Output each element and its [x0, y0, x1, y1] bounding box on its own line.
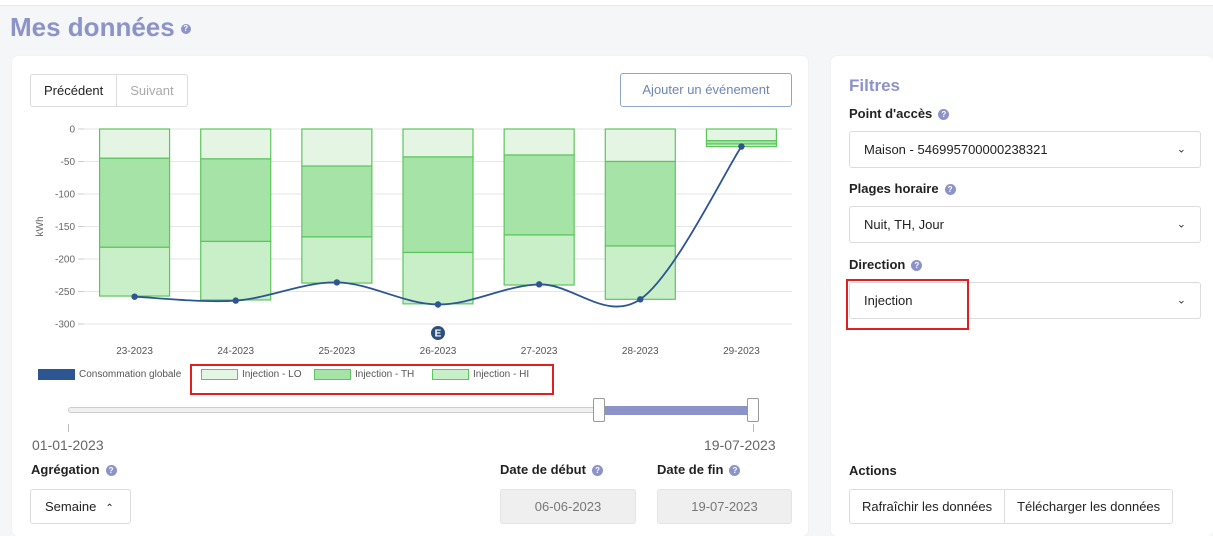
- aggregation-label: Agrégation?: [31, 462, 117, 477]
- consumption-chart: 0 -50 -100 -150 -200 -250 -300 kWh 23-2023 24-202…: [35, 125, 792, 357]
- help-icon[interactable]: ?: [180, 24, 191, 35]
- bar-injection-th: [402, 156, 474, 254]
- chevron-up-icon: ⌃: [105, 503, 114, 514]
- aggregation-value: Semaine: [45, 499, 97, 514]
- line-point: [434, 301, 442, 308]
- line-point: [333, 279, 341, 286]
- y-tick-label: -200: [55, 255, 75, 266]
- page-title: Mes données?: [10, 12, 191, 43]
- legend-item[interactable]: Consommation globale: [38, 369, 181, 385]
- download-data-button[interactable]: Télécharger les données: [1005, 490, 1172, 523]
- chevron-down-icon: ⌄: [1176, 294, 1186, 306]
- y-tick-label: -50: [61, 157, 76, 168]
- start-date-label: Date de début?: [500, 462, 603, 477]
- slider-handle-start[interactable]: [593, 398, 605, 422]
- end-date-label: Date de fin?: [657, 462, 741, 477]
- direction-label: Direction?: [849, 257, 923, 272]
- period-nav: Précédent Suivant: [30, 74, 188, 107]
- y-tick-label: 0: [69, 125, 75, 136]
- aggregation-label-text: Agrégation: [31, 462, 100, 477]
- time-ranges-value: Nuit, TH, Jour: [864, 217, 944, 232]
- x-tick-label: 27-2023: [521, 346, 558, 357]
- bar-injection-hi: [503, 234, 575, 286]
- end-date-input[interactable]: 19-07-2023: [657, 489, 792, 524]
- direction-label-text: Direction: [849, 257, 906, 272]
- help-icon[interactable]: ?: [938, 109, 950, 121]
- bar-injection-lo: [301, 128, 373, 167]
- slider-end-label: 19-07-2023: [704, 437, 776, 453]
- bar-injection-th: [301, 165, 373, 238]
- time-ranges-label-text: Plages horaire: [849, 181, 939, 196]
- highlight-box-legend: [190, 364, 554, 395]
- bar-injection-th: [503, 154, 575, 236]
- highlight-box-direction: [846, 279, 969, 330]
- bar-injection-th: [604, 160, 676, 247]
- y-tick-label: -300: [55, 320, 75, 331]
- help-icon[interactable]: ?: [911, 260, 923, 272]
- top-bar: [0, 0, 1213, 6]
- add-event-button[interactable]: Ajouter un événement: [620, 73, 792, 107]
- bar-injection-th: [98, 157, 171, 248]
- next-button[interactable]: Suivant: [117, 75, 186, 106]
- x-tick-label: 28-2023: [622, 346, 659, 357]
- chevron-down-icon: ⌄: [1176, 218, 1186, 230]
- line-point: [131, 293, 138, 300]
- slider-selection: [599, 406, 753, 415]
- bar-injection-hi: [301, 236, 373, 284]
- bar-injection-hi: [200, 240, 272, 301]
- aggregation-select[interactable]: Semaine ⌃: [30, 489, 131, 524]
- chevron-down-icon: ⌄: [1176, 143, 1186, 155]
- legend-swatch: [38, 369, 75, 380]
- actions-label: Actions: [849, 463, 897, 478]
- slider-handle-end[interactable]: [747, 398, 759, 422]
- help-icon[interactable]: ?: [944, 184, 956, 196]
- legend-label: Consommation globale: [79, 369, 182, 381]
- x-tick-label: 26-2023: [420, 346, 457, 357]
- end-date-label-text: Date de fin: [657, 462, 724, 477]
- slider-start-label: 01-01-2023: [32, 437, 104, 453]
- start-date-label-text: Date de début: [500, 462, 586, 477]
- access-point-value: Maison - 546995700000238321: [864, 142, 1048, 157]
- x-tick-label: 23-2023: [116, 346, 153, 357]
- x-tick-label: 29-2023: [723, 346, 760, 357]
- line-point: [637, 296, 644, 303]
- time-ranges-select[interactable]: Nuit, TH, Jour ⌄: [849, 206, 1201, 243]
- bar-injection-lo: [503, 128, 575, 156]
- y-tick-label: -150: [55, 222, 75, 233]
- slider-tick-end: [753, 424, 754, 432]
- access-point-label-text: Point d'accès: [849, 106, 933, 121]
- slider-tick-start: [68, 424, 69, 432]
- refresh-data-button[interactable]: Rafraîchir les données: [850, 490, 1006, 523]
- start-date-input[interactable]: 06-06-2023: [500, 489, 636, 524]
- event-marker-label: E: [435, 329, 442, 340]
- help-icon[interactable]: ?: [105, 465, 117, 477]
- line-point: [232, 297, 239, 304]
- bar-injection-hi: [98, 246, 171, 297]
- y-tick-label: -250: [55, 287, 75, 298]
- previous-button[interactable]: Précédent: [31, 75, 118, 106]
- bar-injection-hi: [402, 251, 474, 305]
- time-ranges-label: Plages horaire?: [849, 181, 956, 196]
- bar-injection-lo: [98, 128, 171, 159]
- filters-title: Filtres: [849, 76, 901, 95]
- x-tick-label: 24-2023: [217, 346, 254, 357]
- help-icon[interactable]: ?: [729, 465, 741, 477]
- x-tick-label: 25-2023: [319, 346, 356, 357]
- actions-group: Rafraîchir les données Télécharger les d…: [849, 489, 1174, 524]
- y-axis-label: kWh: [35, 217, 46, 237]
- help-icon[interactable]: ?: [591, 465, 603, 477]
- bar-injection-lo: [604, 128, 676, 163]
- y-tick-label: -100: [55, 190, 75, 201]
- bar-injection-lo: [402, 128, 474, 158]
- page-title-text: Mes données: [10, 12, 175, 42]
- bar-injection-th: [200, 158, 272, 243]
- access-point-select[interactable]: Maison - 546995700000238321 ⌄: [849, 131, 1201, 168]
- bar-injection-lo: [705, 128, 778, 142]
- access-point-label: Point d'accès?: [849, 106, 950, 121]
- line-point: [535, 281, 543, 288]
- bar-injection-lo: [200, 128, 272, 160]
- line-point: [738, 143, 745, 150]
